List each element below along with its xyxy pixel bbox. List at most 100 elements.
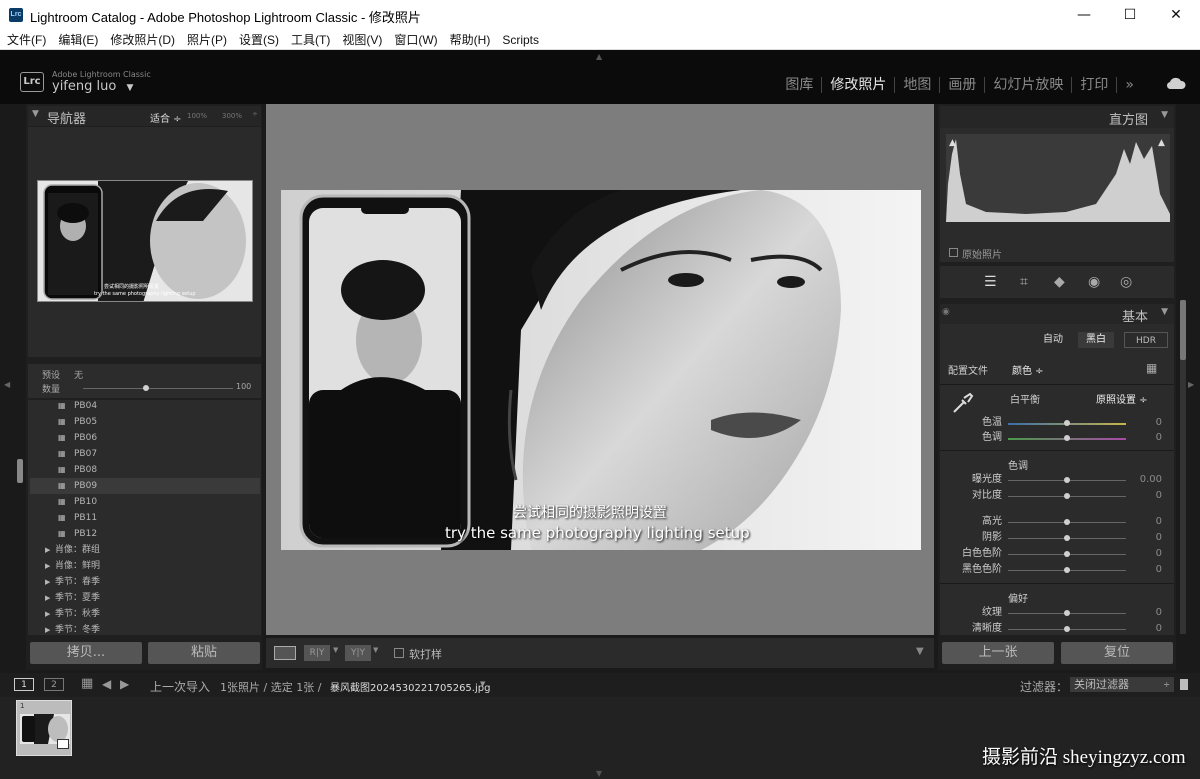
tint-slider[interactable] (1008, 435, 1126, 441)
amount-slider-knob[interactable] (143, 385, 149, 391)
loupe-view-button[interactable] (274, 646, 296, 660)
preset-item[interactable]: ▦ PB04 (30, 398, 260, 414)
clarity-slider[interactable] (1008, 626, 1126, 632)
top-panel-toggle-icon[interactable]: ▲ (596, 52, 602, 61)
contrast-slider-knob[interactable] (1064, 493, 1070, 499)
filename-label[interactable]: 暴风截图2024530221705265.jpg (330, 679, 490, 694)
preset-item[interactable]: ▦ PB08 (30, 462, 260, 478)
module-develop[interactable]: 修改照片 (821, 77, 894, 93)
paste-settings-button[interactable]: 粘贴 (148, 642, 260, 664)
texture-value[interactable]: 0 (1132, 606, 1162, 620)
temp-slider-knob[interactable] (1064, 420, 1070, 426)
menu-view[interactable]: 视图(V) (337, 30, 387, 50)
menu-photo[interactable]: 照片(P) (182, 30, 232, 50)
close-button[interactable]: ✕ (1153, 0, 1199, 30)
hdr-button[interactable]: HDR (1124, 332, 1168, 348)
contrast-value[interactable]: 0 (1132, 489, 1162, 503)
profile-select[interactable]: 颜色 ÷ (1012, 362, 1044, 377)
edit-sliders-icon[interactable]: ☰ (984, 274, 997, 290)
preset-group[interactable]: ▶ 季节：秋季 (30, 606, 260, 622)
menu-window[interactable]: 窗口(W) (389, 30, 442, 50)
clarity-value[interactable]: 0 (1132, 622, 1162, 635)
preset-group[interactable]: ▶ 季节：春季 (30, 574, 260, 590)
source-path[interactable]: 上一次导入 (150, 678, 210, 695)
minimize-button[interactable]: — (1061, 0, 1107, 30)
menu-file[interactable]: 文件(F) (2, 30, 51, 50)
left-panel-toggle-icon[interactable]: ◀ (4, 380, 10, 389)
preset-item[interactable]: ▦ PB11 (30, 510, 260, 526)
masking-icon[interactable]: ◎ (1120, 274, 1132, 290)
forward-arrow-icon[interactable]: ▶ (120, 677, 129, 691)
whites-value[interactable]: 0 (1132, 547, 1162, 561)
filter-select[interactable]: 关闭过滤器 ÷ (1070, 677, 1174, 692)
basic-header[interactable]: ◉ 基本 ▼ (940, 304, 1174, 325)
tint-value[interactable]: 0 (1132, 431, 1162, 445)
menu-help[interactable]: 帮助(H) (445, 30, 496, 50)
histogram-graph[interactable] (946, 134, 1170, 222)
texture-slider[interactable] (1008, 610, 1126, 616)
preset-item[interactable]: ▦ PB10 (30, 494, 260, 510)
swap-view-dropdown-icon[interactable]: ▼ (373, 646, 378, 654)
user-name[interactable]: yifeng luo ▼ (52, 79, 133, 94)
menu-settings[interactable]: 设置(S) (234, 30, 284, 50)
preset-group[interactable]: ▶ 季节：夏季 (30, 590, 260, 606)
whites-slider-knob[interactable] (1064, 551, 1070, 557)
preset-item[interactable]: ▦ PB05 (30, 414, 260, 430)
filmstrip-thumbnail[interactable]: 1 (16, 700, 72, 756)
navigator-thumbnail[interactable]: 尝试相同的摄影照明设置 try the same photography lig… (37, 180, 253, 302)
amount-slider[interactable] (83, 385, 233, 391)
preset-item[interactable]: ▦ PB06 (30, 430, 260, 446)
preset-list-scrollbar[interactable] (17, 459, 23, 483)
treatment-bw-button[interactable]: 黑白 (1078, 332, 1114, 348)
blacks-value[interactable]: 0 (1132, 563, 1162, 577)
red-eye-icon[interactable]: ◉ (1088, 274, 1100, 290)
tint-slider-knob[interactable] (1064, 435, 1070, 441)
cloud-sync-icon[interactable] (1166, 76, 1186, 90)
module-more-button[interactable]: » (1116, 77, 1142, 93)
reset-button[interactable]: 复位 (1061, 642, 1173, 664)
main-photo[interactable]: 尝试相同的摄影照明设置 try the same photography lig… (281, 190, 921, 550)
right-panel-scrollbar[interactable] (1180, 300, 1186, 634)
module-slideshow[interactable]: 幻灯片放映 (984, 77, 1071, 93)
clarity-slider-knob[interactable] (1064, 626, 1070, 632)
preset-group[interactable]: ▶ 季节：冬季 (30, 622, 260, 635)
shadows-slider-knob[interactable] (1064, 535, 1070, 541)
shadow-clipping-icon[interactable]: ▲ (949, 138, 956, 148)
treatment-color-button[interactable]: 自动 (1036, 332, 1070, 348)
histogram-header[interactable]: 直方图 ▼ (940, 106, 1174, 128)
wb-select[interactable]: 原照设置 ÷ (1096, 391, 1148, 406)
module-print[interactable]: 打印 (1071, 77, 1116, 93)
primary-display-button[interactable]: 1 (14, 678, 34, 691)
filename-dropdown-icon[interactable]: ▼ (480, 680, 485, 688)
highlights-slider[interactable] (1008, 519, 1126, 525)
scrollbar-thumb[interactable] (1180, 300, 1186, 360)
preset-item[interactable]: ▦ PB07 (30, 446, 260, 462)
preset-group[interactable]: ▶ 肖像：鲜明 (30, 558, 260, 574)
grid-view-icon[interactable]: ▦ (81, 676, 93, 691)
exposure-slider[interactable] (1008, 477, 1126, 483)
profile-browser-icon[interactable]: ▦ (1146, 361, 1157, 375)
zoom-100-option[interactable]: 100% (187, 112, 207, 120)
before-after-dropdown-icon[interactable]: ▼ (333, 646, 338, 654)
show-original-checkbox[interactable] (949, 248, 958, 257)
highlights-slider-knob[interactable] (1064, 519, 1070, 525)
zoom-300-option[interactable]: 300% (222, 112, 242, 120)
menu-edit[interactable]: 编辑(E) (53, 30, 103, 50)
blacks-slider[interactable] (1008, 567, 1126, 573)
filter-lock-icon[interactable] (1180, 679, 1188, 690)
temp-slider[interactable] (1008, 420, 1126, 426)
module-map[interactable]: 地图 (894, 77, 939, 93)
back-arrow-icon[interactable]: ◀ (102, 677, 111, 691)
navigator-header[interactable]: ▼ 导航器 适合 ÷ 100% 300% ÷ (28, 106, 261, 127)
shadows-slider[interactable] (1008, 535, 1126, 541)
temp-value[interactable]: 0 (1132, 416, 1162, 430)
whites-slider[interactable] (1008, 551, 1126, 557)
zoom-fit-option[interactable]: 适合 ÷ (150, 110, 182, 125)
texture-slider-knob[interactable] (1064, 610, 1070, 616)
blacks-slider-knob[interactable] (1064, 567, 1070, 573)
white-balance-eyedropper-icon[interactable] (950, 392, 974, 416)
toolbar-options-icon[interactable]: ▼ (916, 646, 924, 657)
preset-item-selected[interactable]: ▦ PB09 (30, 478, 260, 494)
soft-proof-checkbox[interactable] (394, 648, 404, 658)
bottom-panel-toggle-icon[interactable]: ▼ (596, 769, 602, 778)
